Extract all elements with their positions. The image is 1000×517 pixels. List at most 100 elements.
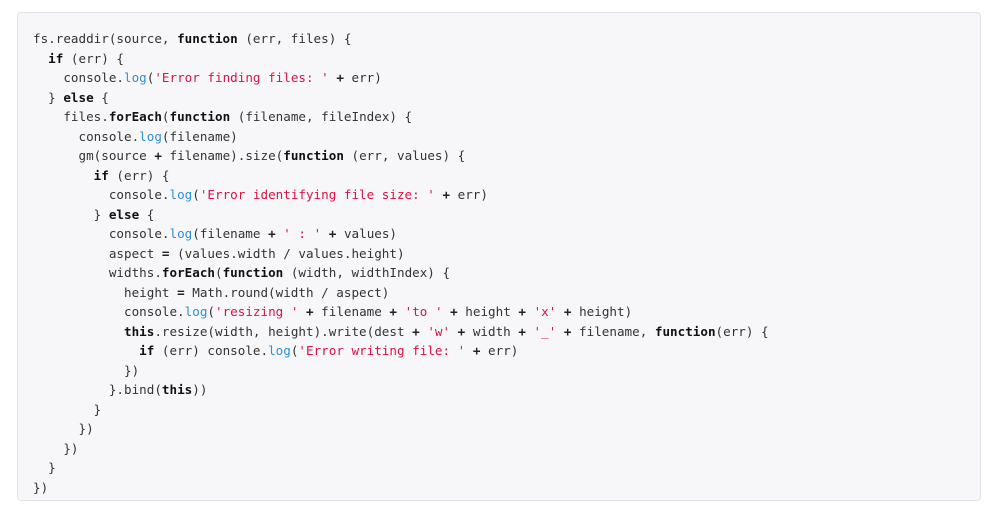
text-token: } [33,206,109,222]
text-token: ( [161,109,170,124]
text-token: width [465,323,519,339]
text-token: widths. [33,265,162,280]
keyword-token: else [108,206,140,222]
text-token: filename [313,304,390,319]
text-token: (err) { [108,167,170,183]
code-line: this.resize(width, height).write(dest + … [33,322,980,342]
code-block: fs.readdir(source, function (err, files)… [17,12,981,501]
operator-token: + [268,226,276,241]
keyword-token: forEach [161,265,215,280]
keyword-token: forEach [108,109,162,124]
text-token: (err, values) { [343,148,466,163]
text-token: filename).size( [161,148,284,163]
string-token: '_' [533,323,557,339]
code-body: fs.readdir(source, function (err, files)… [33,29,980,497]
method-token: log [124,70,147,85]
code-line: height = Math.round(width / aspect) [33,283,980,303]
method-token: log [184,304,208,319]
text-token: aspect [33,245,162,261]
code-line: aspect = (values.width / values.height) [33,244,980,264]
text-token: } [33,401,102,417]
text-token: .resize(width, height).write(dest [154,323,413,339]
string-token: 'x' [533,304,557,319]
text-token: err) [450,187,488,202]
code-line: }) [33,361,980,381]
code-line: widths.forEach(function (width, widthInd… [33,263,980,283]
keyword-token: function [222,265,284,280]
code-line: } else { [33,88,980,108]
code-line: if (err) { [33,166,980,186]
code-line: console.log(filename) [33,127,980,147]
code-line: console.log(filename + ' : ' + values) [33,224,980,244]
text-token: Math.round(width / aspect) [184,284,390,300]
text-token: err) [480,343,519,358]
text-token: }) [33,440,79,456]
operator-token: = [161,245,170,261]
text-token: (err) { [63,50,125,66]
text-token: ( [207,304,215,319]
text-token: ( [192,187,200,202]
operator-token: + [518,323,526,339]
text-token: ( [214,265,223,280]
code-line: console.log('Error identifying file size… [33,185,980,205]
text-token: err) [343,70,382,85]
method-token: log [139,128,162,144]
text-token: { [93,89,109,105]
text-token: height [457,304,519,319]
text-token: (filename [192,226,269,241]
keyword-token: function [283,148,344,163]
operator-token: + [518,304,526,319]
text-token: (err) console. [154,343,269,358]
text-token: }.bind( [33,382,162,397]
text-token: }) [33,421,94,436]
code-line: }) [33,419,980,439]
code-line: console.log('resizing ' + filename + 'to… [33,302,980,322]
keyword-token: if [48,50,64,66]
text-token: height [33,284,178,300]
code-line: fs.readdir(source, function (err, files)… [33,29,980,49]
operator-token: + [336,70,344,85]
method-token: log [268,343,291,358]
string-token: 'w' [427,323,451,339]
code-line: if (err) { [33,49,980,69]
keyword-token: if [93,167,109,183]
operator-token: + [450,304,458,319]
string-token: 'resizing ' [215,304,299,319]
code-line: if (err) console.log('Error writing file… [33,341,980,361]
keyword-token: else [63,89,94,105]
text-token: } [33,89,64,105]
operator-token: + [389,304,398,319]
string-token: 'Error identifying file size: ' [199,187,435,202]
text-token: (values.width / values.height) [169,245,405,261]
operator-token: + [306,304,314,319]
operator-token: + [412,323,420,339]
method-token: log [169,226,193,241]
text-token: (err, files) { [237,31,352,46]
text-token: { [139,206,155,222]
code-line: } else { [33,205,980,225]
text-token: filename, [571,323,655,339]
code-line: gm(source + filename).size(function (err… [33,146,980,166]
keyword-token: this [124,323,155,339]
string-token: ' : ' [283,226,322,241]
text-token: console. [33,70,124,85]
operator-token: = [177,284,185,300]
code-line: }) [33,439,980,459]
text-token: )) [192,382,208,397]
operator-token: + [442,187,451,202]
text-token: }) [33,479,49,495]
text-token: (filename) [161,128,238,144]
keyword-token: function [169,109,231,124]
text-token: files. [33,109,109,124]
code-line: }) [33,478,980,498]
text-token: values) [336,226,398,241]
operator-token: + [563,304,572,319]
